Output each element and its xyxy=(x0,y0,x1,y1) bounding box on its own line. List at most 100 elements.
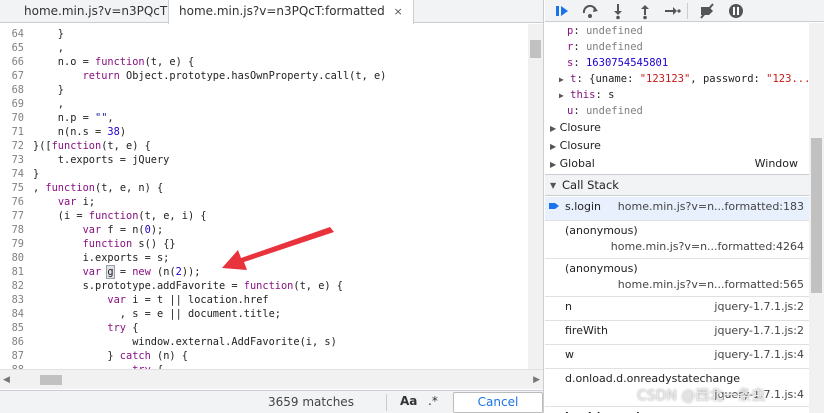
scope-closure-1[interactable]: ▶ Closure xyxy=(550,119,601,137)
line-number[interactable]: 69 xyxy=(0,97,24,111)
line-number[interactable]: 64 xyxy=(0,27,24,41)
deactivate-breakpoints-icon[interactable] xyxy=(698,2,716,20)
editor-horizontal-scrollbar[interactable]: ◀ ▶ xyxy=(0,369,543,389)
call-frame[interactable]: w jquery-1.7.1.js:4 xyxy=(545,345,809,369)
line-number[interactable]: 81 xyxy=(0,265,24,279)
line-number[interactable]: 73 xyxy=(0,153,24,167)
line-number[interactable]: 84 xyxy=(0,307,24,321)
line-number[interactable]: 65 xyxy=(0,41,24,55)
code-line[interactable]: 83 var i = t || location.href xyxy=(0,293,528,307)
match-case-toggle[interactable]: Aa xyxy=(400,394,417,408)
scope-var-s[interactable]: s: 1630754545801 xyxy=(567,55,668,71)
scope-var-this[interactable]: ▶ this: s xyxy=(559,87,614,103)
line-number[interactable]: 87 xyxy=(0,349,24,363)
line-number[interactable]: 83 xyxy=(0,293,24,307)
scroll-right-icon[interactable]: ▶ xyxy=(533,375,540,385)
code-line[interactable]: 71 n(n.s = 38) xyxy=(0,125,528,139)
step-icon[interactable] xyxy=(663,2,681,20)
frame-location[interactable]: home.min.js?v=n...formatted:4264 xyxy=(611,240,804,253)
regex-toggle[interactable]: .* xyxy=(428,394,438,408)
line-number[interactable]: 78 xyxy=(0,223,24,237)
close-icon[interactable]: × xyxy=(394,0,403,23)
scope-var-t[interactable]: ▶ t: {uname: "123123", password: "123... xyxy=(559,71,809,87)
code-line[interactable]: 86 window.external.AddFavorite(i, s) xyxy=(0,335,528,349)
code-line[interactable]: 87 } catch (n) { xyxy=(0,349,528,363)
cancel-button[interactable]: Cancel xyxy=(453,392,543,413)
code-line[interactable]: 75 , function(t, e, n) { xyxy=(0,181,528,195)
line-number[interactable]: 80 xyxy=(0,251,24,265)
code-line[interactable]: 80 i.exports = s; xyxy=(0,251,528,265)
code-line[interactable]: 64 } xyxy=(0,27,528,41)
scope-global[interactable]: ▶ Global Window xyxy=(550,155,804,173)
code-line[interactable]: 77 (i = function(t, e, i) { xyxy=(0,209,528,223)
code-text: var i = t || location.href xyxy=(107,294,269,306)
line-number[interactable]: 75 xyxy=(0,181,24,195)
frame-location[interactable]: home.min.js?v=n...formatted:565 xyxy=(618,278,804,291)
code-line[interactable]: 69 , xyxy=(0,97,528,111)
line-number[interactable]: 86 xyxy=(0,335,24,349)
collapse-triangle-icon[interactable]: ▼ xyxy=(550,176,556,196)
scope-closure-2[interactable]: ▶ Closure xyxy=(550,137,601,155)
resume-icon[interactable] xyxy=(553,2,571,20)
expand-triangle-icon[interactable]: ▶ xyxy=(550,142,556,151)
line-number[interactable]: 79 xyxy=(0,237,24,251)
code-line[interactable]: 67 return Object.prototype.hasOwnPropert… xyxy=(0,69,528,83)
code-line[interactable]: 79 function s() {} xyxy=(0,237,528,251)
line-number[interactable]: 70 xyxy=(0,111,24,125)
frame-location[interactable]: jquery-1.7.1.js:4 xyxy=(714,348,804,361)
line-number[interactable]: 85 xyxy=(0,321,24,335)
scope-var-u[interactable]: u: undefined xyxy=(567,103,643,119)
tab-formatted-source[interactable]: home.min.js?v=n3PQcT:formatted × xyxy=(168,0,414,24)
code-line[interactable]: 70 n.p = "", xyxy=(0,111,528,125)
expand-triangle-icon[interactable]: ▶ xyxy=(550,160,556,169)
call-frame[interactable]: fireWith jquery-1.7.1.js:2 xyxy=(545,321,809,345)
scrollbar-thumb[interactable] xyxy=(40,375,62,385)
code-line[interactable]: 74} xyxy=(0,167,528,181)
scrollbar-thumb[interactable] xyxy=(811,138,822,293)
code-line[interactable]: 72}([function(t, e) { xyxy=(0,139,528,153)
line-number[interactable]: 71 xyxy=(0,125,24,139)
call-frame[interactable]: (anonymous) home.min.js?v=n...formatted:5… xyxy=(545,259,809,297)
frame-location[interactable]: home.min.js?v=n...formatted:183 xyxy=(618,200,804,213)
scrollbar-thumb[interactable] xyxy=(530,40,541,58)
call-frame[interactable]: (anonymous) home.min.js?v=n...formatted:4… xyxy=(545,221,809,259)
call-frame[interactable]: s.login home.min.js?v=n...formatted:183 xyxy=(545,197,809,221)
tab-minified-source[interactable]: home.min.js?v=n3PQcT xyxy=(14,0,177,23)
expand-triangle-icon[interactable]: ▶ xyxy=(559,75,564,84)
line-number[interactable]: 72 xyxy=(0,139,24,153)
editor-vertical-scrollbar[interactable] xyxy=(528,24,543,369)
sidebar-scrollbar[interactable] xyxy=(809,23,824,413)
code-editor[interactable]: 64 } 65 , 66 n.o = function(t, e) {67 retu… xyxy=(0,24,528,369)
expand-triangle-icon[interactable]: ▶ xyxy=(550,124,556,133)
code-line[interactable]: 84 , s = e || document.title; xyxy=(0,307,528,321)
step-over-icon[interactable] xyxy=(581,2,599,20)
line-number[interactable]: 67 xyxy=(0,69,24,83)
line-number[interactable]: 76 xyxy=(0,195,24,209)
scope-var-p[interactable]: p: undefined xyxy=(567,23,643,39)
expand-triangle-icon[interactable]: ▶ xyxy=(559,91,564,100)
frame-location[interactable]: jquery-1.7.1.js:2 xyxy=(714,300,804,313)
scroll-left-icon[interactable]: ◀ xyxy=(3,375,10,385)
line-number[interactable]: 66 xyxy=(0,55,24,69)
line-number[interactable]: 82 xyxy=(0,279,24,293)
step-into-icon[interactable] xyxy=(609,2,627,20)
pause-on-exceptions-icon[interactable] xyxy=(727,2,745,20)
line-number[interactable]: 74 xyxy=(0,167,24,181)
code-line[interactable]: 85 try { xyxy=(0,321,528,335)
code-line[interactable]: 65 , xyxy=(0,41,528,55)
scope-var-r[interactable]: r: undefined xyxy=(567,39,643,55)
step-out-icon[interactable] xyxy=(636,2,654,20)
line-number[interactable]: 68 xyxy=(0,83,24,97)
line-number[interactable]: 77 xyxy=(0,209,24,223)
call-frame[interactable]: load (async) xyxy=(545,407,809,413)
frame-location[interactable]: jquery-1.7.1.js:2 xyxy=(714,324,804,337)
code-line[interactable]: 66 n.o = function(t, e) { xyxy=(0,55,528,69)
call-stack-header[interactable]: ▼ Call Stack xyxy=(545,174,809,196)
code-line[interactable]: 81 var g = new (n(2)); xyxy=(0,265,528,279)
code-line[interactable]: 82 s.prototype.addFavorite = function(t,… xyxy=(0,279,528,293)
code-line[interactable]: 76 var i; xyxy=(0,195,528,209)
code-line[interactable]: 78 var f = n(0); xyxy=(0,223,528,237)
code-line[interactable]: 68 } xyxy=(0,83,528,97)
code-line[interactable]: 73 t.exports = jQuery xyxy=(0,153,528,167)
call-frame[interactable]: n jquery-1.7.1.js:2 xyxy=(545,297,809,321)
